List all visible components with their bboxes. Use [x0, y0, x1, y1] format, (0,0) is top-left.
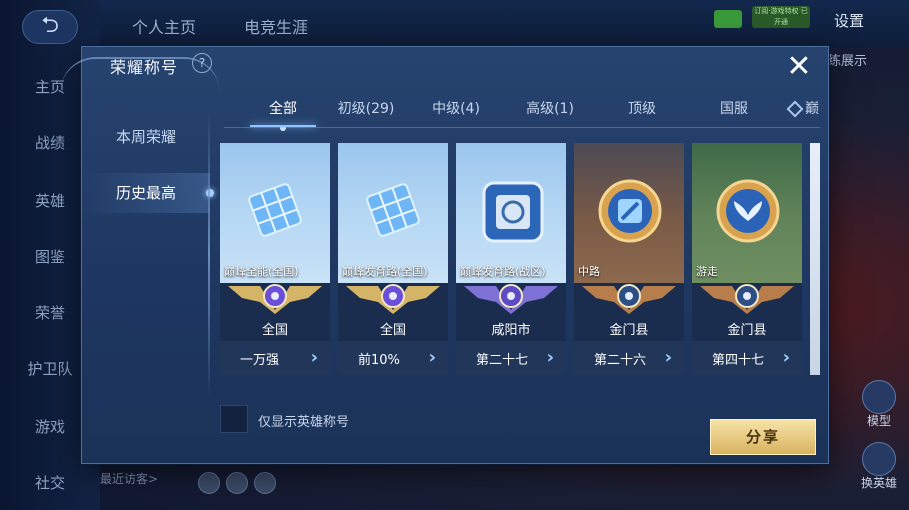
- card-rank: 一万强: [240, 353, 280, 368]
- nav-item-weekly[interactable]: 本周荣耀: [82, 117, 210, 157]
- card-title-name: 中路: [578, 265, 600, 278]
- switch-hero-label: 换英雄: [860, 476, 897, 490]
- rank-emblem-icon: [692, 280, 802, 316]
- divider: [208, 109, 210, 399]
- card-image: [220, 143, 330, 283]
- card-image: [338, 143, 448, 283]
- support-wings-icon: [712, 175, 784, 251]
- title-card[interactable]: 中路金门县第二十六 ›: [574, 143, 684, 375]
- avatar[interactable]: [226, 472, 248, 494]
- tab-top[interactable]: 顶级: [622, 95, 662, 125]
- title-card-list: 巅峰全能(全国) 全国一万强 › 巅峰发育路(全国) 全国前10% › 巅峰发育路(战区) 咸…: [220, 143, 820, 375]
- sidebar-item-social[interactable]: 社交: [0, 472, 100, 493]
- modal-header: 荣耀称号 ? ✕: [60, 47, 828, 91]
- card-title-name: 游走: [696, 265, 718, 278]
- rank-emblem-icon: [220, 280, 330, 316]
- card-rank-bar: 第四十七 ›: [692, 341, 802, 375]
- cube-icon: [358, 175, 428, 249]
- chevron-right-icon[interactable]: ›: [429, 347, 436, 368]
- tab-label: 全部: [269, 101, 297, 117]
- hero-title-checkbox[interactable]: [220, 405, 248, 433]
- tab-all[interactable]: 全部: [250, 95, 316, 131]
- tab-profile[interactable]: 个人主页: [132, 14, 196, 38]
- rank-emblem-icon: [574, 280, 684, 316]
- card-rank: 第二十六: [594, 353, 647, 368]
- chevron-right-icon[interactable]: ›: [547, 347, 554, 368]
- square-emblem-icon: [476, 175, 550, 253]
- card-image: [574, 143, 684, 283]
- card-rank: 前10%: [358, 353, 400, 368]
- card-rank: 第四十七: [712, 353, 765, 368]
- tab-underline: [224, 127, 820, 128]
- card-title-name: 巅峰全能(全国): [224, 265, 299, 278]
- tab-label: 巅: [805, 101, 819, 117]
- title-card-partial[interactable]: [810, 143, 820, 375]
- display-text: 练展示: [828, 54, 868, 69]
- avatar[interactable]: [198, 472, 220, 494]
- chevron-right-icon[interactable]: ›: [311, 347, 318, 368]
- card-region: 咸阳市: [491, 323, 531, 338]
- rank-emblem-icon: [456, 280, 566, 316]
- help-icon[interactable]: ?: [192, 53, 212, 73]
- tab-esports[interactable]: 电竞生涯: [244, 14, 308, 38]
- close-icon[interactable]: ✕: [784, 52, 814, 83]
- card-title-name: 巅峰发育路(战区): [460, 265, 546, 278]
- card-region: 金门县: [727, 323, 767, 338]
- card-rank-bar: 第二十七 ›: [456, 341, 566, 375]
- recent-visitors-label[interactable]: 最近访客>: [100, 470, 158, 487]
- back-arrow-icon[interactable]: ⮌: [22, 10, 78, 44]
- avatar[interactable]: [254, 472, 276, 494]
- diamond-icon: [786, 100, 804, 118]
- card-rank-bar: 第二十六 ›: [574, 341, 684, 375]
- model-label: 模型: [866, 414, 891, 428]
- model-icon[interactable]: [862, 380, 896, 414]
- privilege-badge: 订阅·游戏特权 已开通: [752, 6, 810, 28]
- tab-peak[interactable]: 巅: [784, 95, 824, 125]
- card-region: 金门县: [609, 323, 649, 338]
- tab-advanced[interactable]: 高级(1): [522, 95, 578, 125]
- settings-button[interactable]: 设置: [834, 10, 864, 31]
- tab-national[interactable]: 国服: [714, 95, 754, 125]
- mid-lane-icon: [594, 175, 666, 251]
- category-tabs: 全部 初级(29) 中级(4) 高级(1) 顶级 国服 巅: [224, 95, 820, 131]
- card-image: [456, 143, 566, 283]
- card-rank-bar: 一万强 ›: [220, 341, 330, 375]
- title-card[interactable]: 游走金门县第四十七 ›: [692, 143, 802, 375]
- nav-item-label: 历史最高: [115, 184, 176, 202]
- cube-icon: [240, 175, 310, 249]
- share-button[interactable]: 分享: [710, 419, 816, 455]
- honor-title-modal: 荣耀称号 ? ✕ 本周荣耀 历史最高 全部 初级(29) 中级(4) 高级(1)…: [60, 46, 829, 464]
- active-dot-icon: [280, 125, 286, 131]
- hero-title-checkbox-label: 仅显示英雄称号: [258, 415, 350, 430]
- card-region: 全国: [261, 323, 288, 338]
- title-card[interactable]: 巅峰发育路(战区) 咸阳市第二十七 ›: [456, 143, 566, 375]
- chevron-right-icon[interactable]: ›: [783, 347, 790, 368]
- card-title-name: 巅峰发育路(全国): [342, 265, 428, 278]
- tab-intermediate[interactable]: 中级(4): [430, 95, 482, 125]
- rank-emblem-icon: [338, 280, 448, 316]
- card-rank: 第二十七: [476, 353, 529, 368]
- chevron-right-icon[interactable]: ›: [665, 347, 672, 368]
- modal-title: 荣耀称号: [110, 58, 179, 77]
- title-card[interactable]: 巅峰全能(全国) 全国一万强 ›: [220, 143, 330, 375]
- nav-item-history-best[interactable]: 历史最高: [82, 173, 214, 213]
- card-region: 全国: [379, 323, 406, 338]
- card-rank-bar: 前10% ›: [338, 341, 448, 375]
- title-card[interactable]: 巅峰发育路(全国) 全国前10% ›: [338, 143, 448, 375]
- card-image: [692, 143, 802, 283]
- tab-beginner[interactable]: 初级(29): [334, 95, 398, 125]
- switch-hero-icon[interactable]: [862, 442, 896, 476]
- wechat-icon: [714, 10, 742, 28]
